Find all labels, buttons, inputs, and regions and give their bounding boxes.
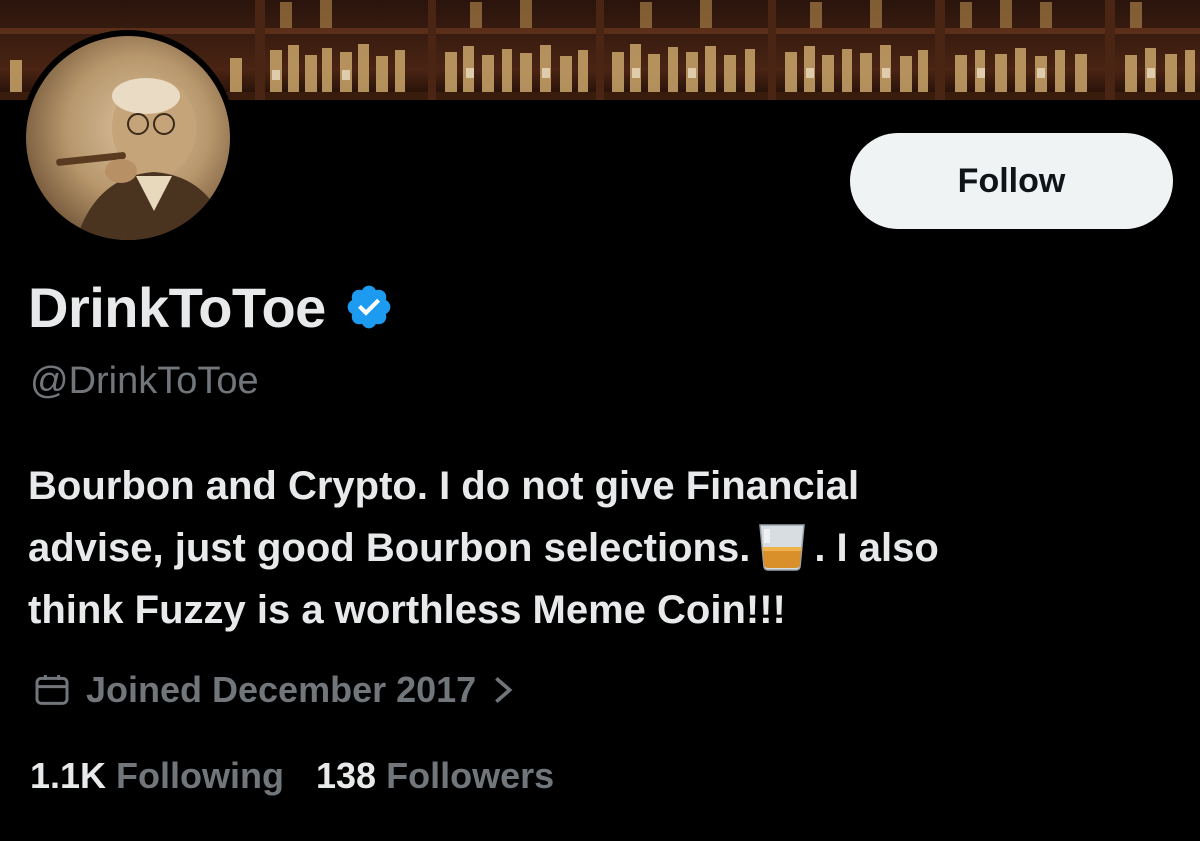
followers-link[interactable]: 138 Followers xyxy=(316,755,554,797)
bio-line: Bourbon and Crypto. I do not give Financ… xyxy=(28,464,860,508)
follow-stats: 1.1K Following 138 Followers xyxy=(30,755,554,797)
following-count: 1.1K xyxy=(30,755,107,796)
avatar-image xyxy=(26,36,230,240)
user-handle: @DrinkToToe xyxy=(30,360,259,402)
followers-label: Followers xyxy=(386,755,555,796)
bio: Bourbon and Crypto. I do not give Financ… xyxy=(28,455,1168,641)
joined-date[interactable]: Joined December 2017 xyxy=(32,668,514,712)
bio-text: . I also xyxy=(814,526,939,570)
calendar-icon xyxy=(35,675,69,705)
bio-line: think Fuzzy is a worthless Meme Coin!!! xyxy=(28,588,786,632)
followers-count: 138 xyxy=(316,755,377,796)
follow-button[interactable]: Follow xyxy=(850,133,1173,229)
verified-badge-icon[interactable] xyxy=(344,282,394,332)
bio-line: advise, just good Bourbon selections. . … xyxy=(28,517,1168,579)
display-name-row: DrinkToToe xyxy=(28,272,394,342)
following-link[interactable]: 1.1K Following xyxy=(30,755,284,797)
bio-text: advise, just good Bourbon selections. xyxy=(28,526,751,570)
following-label: Following xyxy=(116,755,285,796)
tumbler-glass-icon xyxy=(754,521,810,571)
joined-text: Joined December 2017 xyxy=(86,669,477,710)
avatar[interactable] xyxy=(20,30,236,246)
chevron-right-icon xyxy=(495,676,513,704)
display-name: DrinkToToe xyxy=(28,275,326,339)
